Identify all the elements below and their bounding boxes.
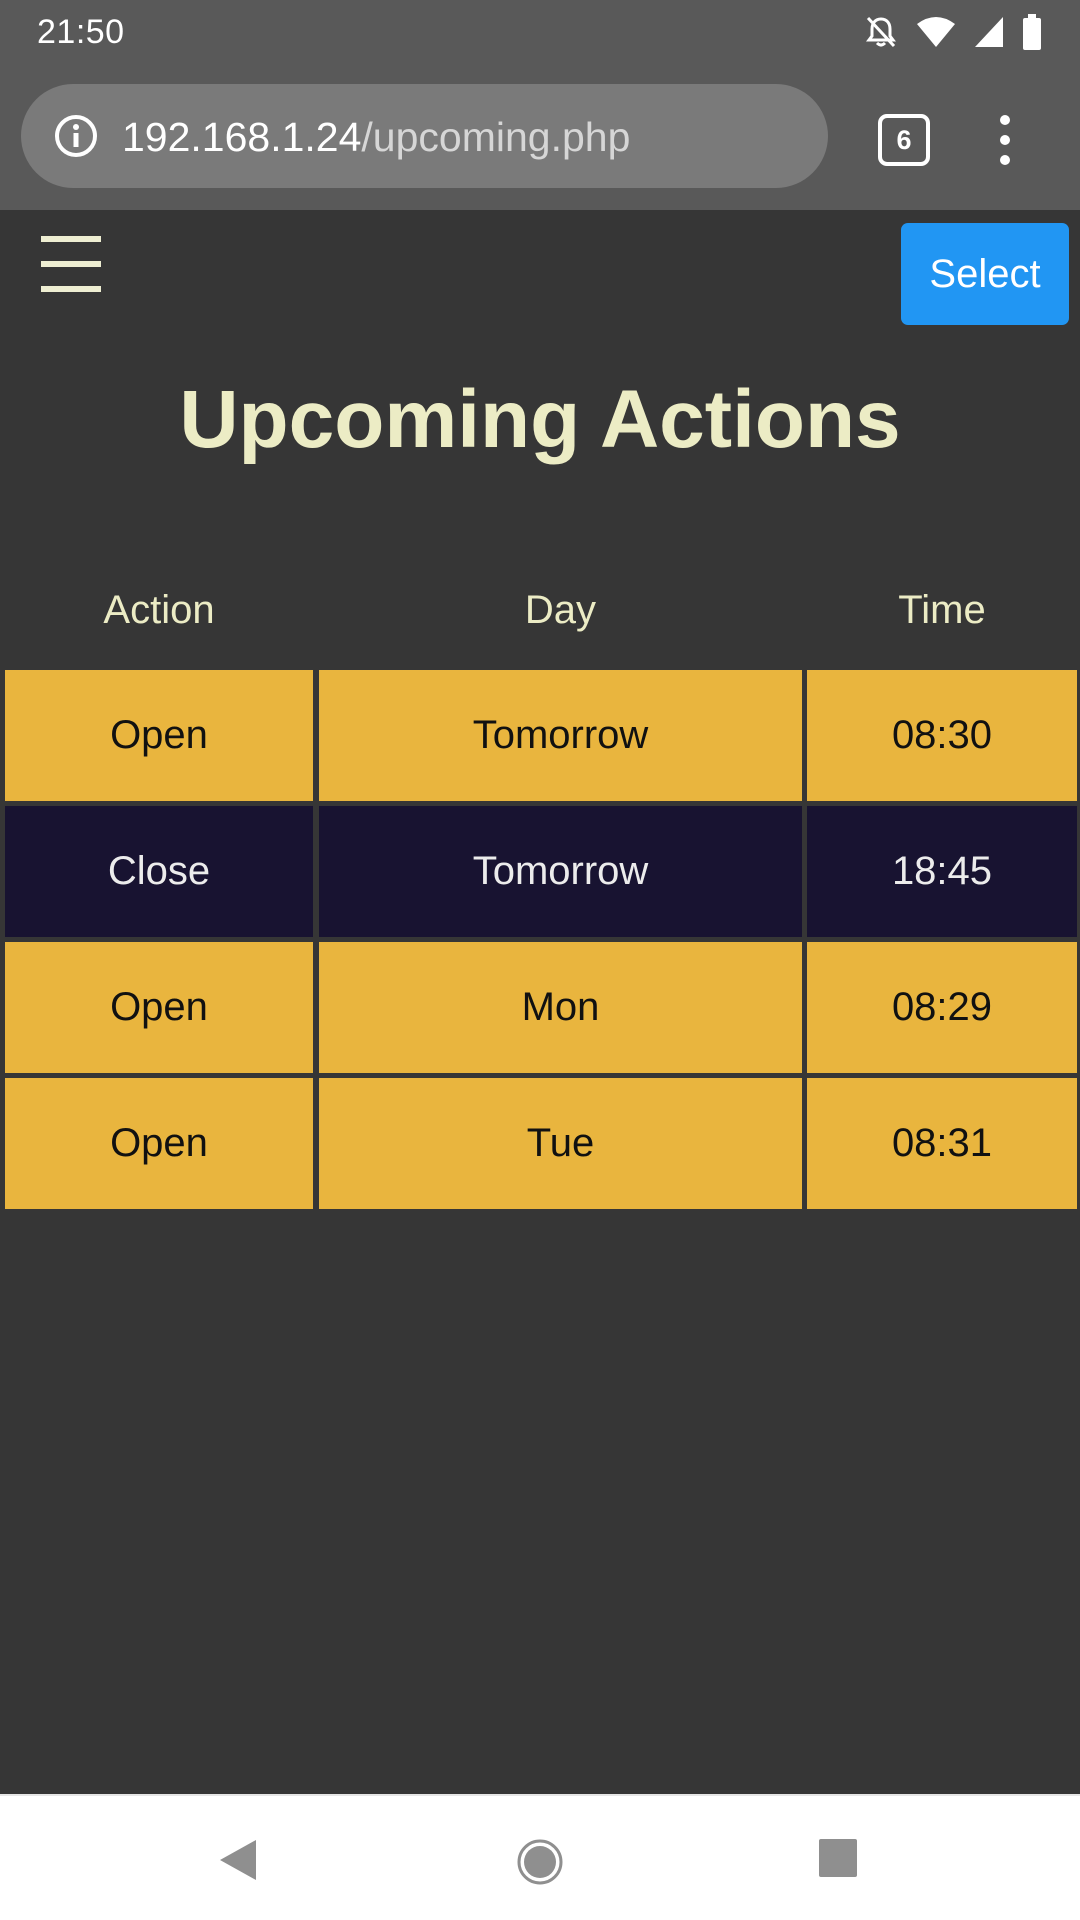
cell-day: Mon <box>319 942 802 1073</box>
cell-time: 08:30 <box>807 670 1077 801</box>
cell-signal-icon <box>974 16 1004 48</box>
back-icon[interactable] <box>218 1838 258 1887</box>
info-icon[interactable] <box>54 114 98 158</box>
page-content: Select Upcoming Actions Action Day Time … <box>0 210 1080 1794</box>
battery-icon <box>1022 14 1042 50</box>
navigation-bar <box>0 1794 1080 1920</box>
cell-day: Tomorrow <box>319 806 802 937</box>
cell-time: 08:29 <box>807 942 1077 1073</box>
browser-toolbar: 192.168.1.24/upcoming.php 6 <box>0 64 1080 210</box>
select-button[interactable]: Select <box>901 223 1069 325</box>
wifi-icon <box>916 16 956 48</box>
column-header-time: Time <box>898 588 986 632</box>
recents-icon[interactable] <box>818 1838 858 1883</box>
url-host: 192.168.1.24 <box>122 114 362 160</box>
table-row[interactable]: Open Tue 08:31 <box>0 1078 1080 1209</box>
cell-action: Open <box>5 670 313 801</box>
tab-switcher-button[interactable]: 6 <box>878 114 930 166</box>
table-row[interactable]: Open Mon 08:29 <box>0 942 1080 1073</box>
notifications-off-icon <box>864 15 898 49</box>
cell-action: Close <box>5 806 313 937</box>
status-time: 21:50 <box>37 13 125 51</box>
cell-time: 08:31 <box>807 1078 1077 1209</box>
status-icons <box>864 14 1042 50</box>
cell-day: Tomorrow <box>319 670 802 801</box>
page-title: Upcoming Actions <box>179 374 901 465</box>
table-row[interactable]: Close Tomorrow 18:45 <box>0 806 1080 937</box>
cell-time: 18:45 <box>807 806 1077 937</box>
column-header-day: Day <box>524 588 597 632</box>
table-row[interactable]: Open Tomorrow 08:30 <box>0 670 1080 801</box>
home-icon[interactable] <box>516 1838 564 1891</box>
more-options-icon[interactable] <box>990 112 1020 168</box>
url-bar[interactable]: 192.168.1.24/upcoming.php <box>21 84 828 188</box>
hamburger-menu-icon[interactable] <box>41 236 103 296</box>
status-bar: 21:50 <box>0 0 1080 64</box>
url-text[interactable]: 192.168.1.24/upcoming.php <box>122 114 630 160</box>
cell-action: Open <box>5 1078 313 1209</box>
cell-day: Tue <box>319 1078 802 1209</box>
cell-action: Open <box>5 942 313 1073</box>
url-path: /upcoming.php <box>361 114 631 160</box>
column-header-action: Action <box>103 588 215 632</box>
